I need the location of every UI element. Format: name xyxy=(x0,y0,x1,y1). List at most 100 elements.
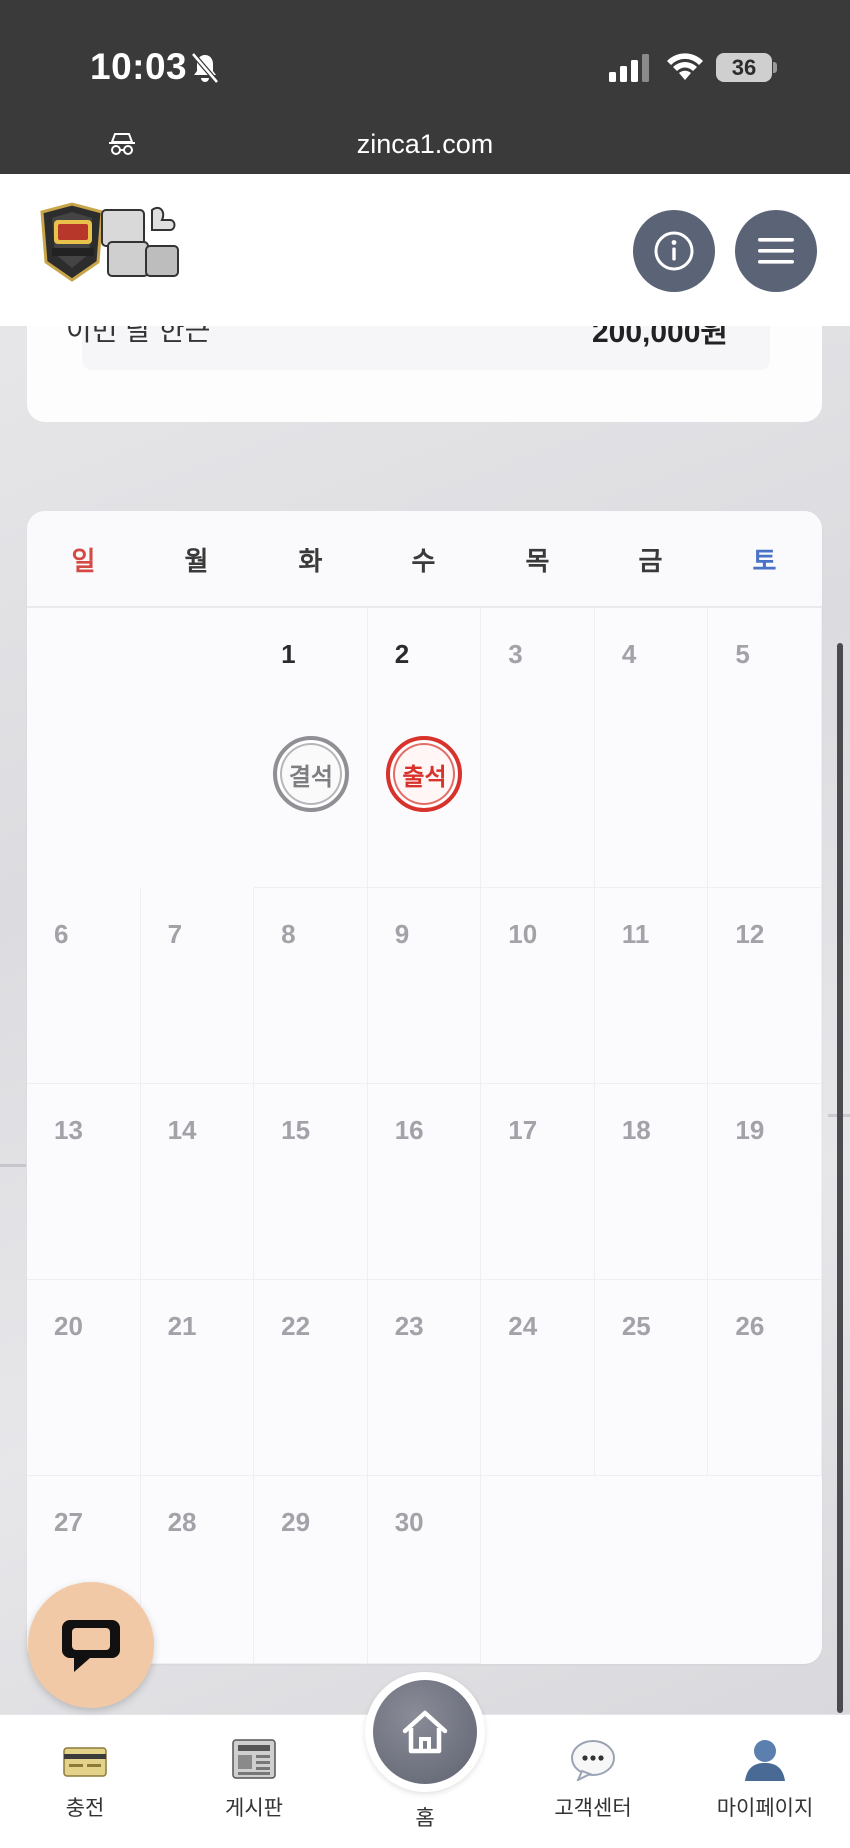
calendar-day-number: 30 xyxy=(394,1507,424,1537)
calendar-day-number: 29 xyxy=(281,1507,311,1537)
calendar-day-number: 27 xyxy=(54,1507,83,1537)
attendance-calendar: 일 월 화 수 목 금 토 1 결석 2 출석 3 4 5 6 7 8 9 10 11 12 13 14 15 1… xyxy=(27,511,822,1664)
calendar-day-number: 4 xyxy=(621,639,637,669)
calendar-day-number: 22 xyxy=(281,1311,311,1341)
calendar-empty-cell xyxy=(141,608,255,888)
calendar-day-cell[interactable]: 17 xyxy=(481,1084,595,1280)
attendance-present-stamp: 출석 xyxy=(386,736,463,812)
calendar-day-number: 16 xyxy=(394,1115,424,1145)
nav-home-label: 홈 xyxy=(415,1807,435,1830)
casino-logo[interactable] xyxy=(32,202,207,292)
calendar-day-number: 19 xyxy=(735,1115,765,1145)
calendar-day-number: 11 xyxy=(621,919,650,949)
calendar-day-cell[interactable]: 8 xyxy=(254,888,368,1084)
calendar-day-number: 20 xyxy=(54,1311,83,1341)
weekday-header: 일 월 화 수 목 금 토 xyxy=(27,511,822,608)
calendar-day-cell[interactable]: 9 xyxy=(367,888,482,1084)
calendar-day-cell[interactable]: 26 xyxy=(708,1280,822,1476)
nav-board[interactable]: 게시판 xyxy=(179,1715,329,1848)
battery-indicator: 36 xyxy=(716,53,772,82)
nav-support-label: 고객센터 xyxy=(554,1797,632,1820)
nav-support[interactable]: 고객센터 xyxy=(518,1715,668,1848)
page-scrollbar[interactable] xyxy=(837,643,843,1713)
bell-off-icon xyxy=(191,52,219,84)
user-silhouette-icon xyxy=(745,1740,785,1781)
calendar-empty-cell xyxy=(481,1476,595,1664)
info-button[interactable] xyxy=(633,210,715,292)
calendar-day-cell[interactable]: 11 xyxy=(594,888,709,1084)
calendar-day-cell[interactable]: 6 xyxy=(27,888,141,1084)
calendar-day-number: 6 xyxy=(54,919,69,949)
calendar-day-number: 2 xyxy=(394,639,410,669)
newspaper-icon xyxy=(232,1739,276,1779)
status-bar: 10:03 36 zinca1.com xyxy=(0,0,850,174)
calendar-day-cell[interactable]: 4 xyxy=(594,608,709,888)
calendar-day-cell[interactable]: 24 xyxy=(481,1280,595,1476)
calendar-day-cell[interactable]: 12 xyxy=(708,888,822,1084)
weekday-tue: 화 xyxy=(298,546,323,576)
calendar-empty-cell xyxy=(595,1476,709,1664)
calendar-day-number: 24 xyxy=(508,1311,538,1341)
calendar-day-cell[interactable]: 10 xyxy=(481,888,595,1084)
credit-card-icon xyxy=(63,1747,107,1777)
home-button[interactable] xyxy=(365,1672,485,1792)
calendar-day-number: 28 xyxy=(167,1507,197,1537)
calendar-day-cell[interactable]: 28 xyxy=(140,1476,255,1664)
calendar-day-number: 25 xyxy=(621,1311,651,1341)
battery-tip xyxy=(773,62,777,73)
calendar-day-cell[interactable]: 18 xyxy=(594,1084,709,1280)
calendar-day-cell[interactable]: 13 xyxy=(27,1084,141,1280)
calendar-day-cell[interactable]: 15 xyxy=(254,1084,368,1280)
calendar-day-cell[interactable]: 23 xyxy=(367,1280,482,1476)
calendar-day-number: 26 xyxy=(735,1311,765,1341)
nav-charge[interactable]: 충전 xyxy=(10,1715,160,1848)
calendar-day-number: 1 xyxy=(281,639,296,669)
calendar-day-number: 5 xyxy=(735,639,750,669)
calendar-day-cell[interactable]: 21 xyxy=(140,1280,255,1476)
calendar-day-cell[interactable]: 2 출석 xyxy=(367,608,482,888)
calendar-day-number: 8 xyxy=(281,919,296,949)
calendar-day-number: 12 xyxy=(735,919,765,949)
weekday-wed: 수 xyxy=(411,546,436,576)
calendar-day-cell[interactable]: 14 xyxy=(140,1084,255,1280)
calendar-day-cell[interactable]: 19 xyxy=(708,1084,822,1280)
calendar-day-cell[interactable]: 3 xyxy=(481,608,595,888)
calendar-day-number: 9 xyxy=(394,919,410,949)
calendar-day-cell[interactable]: 5 xyxy=(708,608,822,888)
calendar-day-number: 23 xyxy=(394,1311,424,1341)
address-bar-url[interactable]: zinca1.com xyxy=(0,129,850,160)
calendar-day-number: 14 xyxy=(167,1115,197,1145)
info-icon xyxy=(654,231,694,271)
calendar-empty-cell xyxy=(708,1476,822,1664)
calendar-day-cell[interactable]: 22 xyxy=(254,1280,368,1476)
calendar-day-number: 17 xyxy=(508,1115,538,1145)
nav-mypage-label: 마이페이지 xyxy=(716,1797,814,1820)
calendar-day-cell[interactable]: 7 xyxy=(140,888,255,1084)
wifi-icon xyxy=(667,53,703,80)
weekday-fri: 금 xyxy=(638,546,663,576)
calendar-day-number: 18 xyxy=(621,1115,651,1145)
weekday-thu: 목 xyxy=(525,546,550,576)
calendar-day-cell[interactable]: 25 xyxy=(594,1280,709,1476)
calendar-day-cell[interactable]: 30 xyxy=(367,1476,482,1664)
weekday-sun: 일 xyxy=(71,546,96,576)
home-icon xyxy=(402,1710,448,1754)
menu-button[interactable] xyxy=(735,210,817,292)
calendar-empty-cell xyxy=(27,608,141,888)
attendance-absent-stamp: 결석 xyxy=(272,736,349,812)
calendar-day-cell[interactable]: 29 xyxy=(254,1476,368,1664)
calendar-day-number: 3 xyxy=(508,639,523,669)
weekday-sat: 토 xyxy=(752,546,777,576)
calendar-day-cell[interactable]: 16 xyxy=(367,1084,482,1280)
calendar-day-number: 7 xyxy=(167,919,183,949)
status-time: 10:03 xyxy=(90,46,188,87)
calendar-day-number: 13 xyxy=(54,1115,83,1145)
calendar-day-cell[interactable]: 20 xyxy=(27,1280,141,1476)
live-chat-button[interactable] xyxy=(28,1582,154,1708)
chat-bubble-icon xyxy=(62,1620,120,1672)
calendar-day-cell[interactable]: 1 결석 xyxy=(254,608,368,888)
calendar-day-number: 15 xyxy=(281,1115,311,1145)
speech-bubble-icon xyxy=(571,1740,615,1781)
nav-mypage[interactable]: 마이페이지 xyxy=(690,1715,840,1848)
calendar-day-number: 21 xyxy=(167,1311,197,1341)
